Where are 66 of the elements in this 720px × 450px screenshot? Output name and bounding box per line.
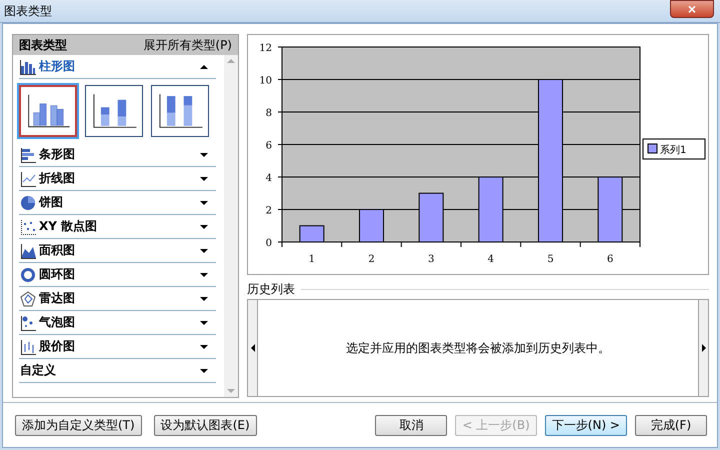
chart-type-item[interactable]: 饼图 [19, 191, 216, 215]
chart-type-item[interactable]: 柱形图 [19, 55, 216, 79]
scroll-left-button[interactable] [248, 300, 258, 396]
axis-label: 0 [266, 238, 272, 249]
chart-type-item[interactable]: 股价图 [19, 335, 216, 359]
line-chart-icon [20, 170, 36, 186]
chart-type-item[interactable]: 雷达图 [19, 287, 216, 311]
chart-type-item[interactable]: 折线图 [19, 167, 216, 191]
expand-caret-icon [200, 224, 208, 228]
left-arrow-icon [250, 344, 254, 352]
pie-chart-icon [20, 194, 36, 210]
expand-caret-icon [200, 248, 208, 252]
dialog-button[interactable]: 添加为自定义类型(T) [15, 414, 142, 436]
legend-label: 系列1 [660, 145, 686, 156]
scroll-down-icon[interactable] [227, 389, 235, 393]
area-chart-icon [20, 242, 36, 258]
axis-label: 6 [606, 254, 614, 265]
stock-chart-icon [20, 338, 36, 354]
bar-chart-icon [20, 146, 36, 162]
doughnut-chart-icon [20, 266, 36, 282]
scatter-chart-icon [20, 218, 36, 234]
axis-label: 2 [368, 254, 375, 265]
chart-type-item[interactable]: 面积图 [19, 239, 216, 263]
axis-label: 3 [428, 254, 434, 265]
chart-type-item[interactable]: 气泡图 [19, 311, 216, 335]
expand-caret-icon [200, 320, 208, 324]
dialog-button[interactable]: 设为默认图表(E) [154, 414, 257, 436]
chart-subtype-thumbnail[interactable] [151, 85, 209, 137]
axis-label: 4 [488, 254, 494, 265]
axis-label: 10 [259, 76, 272, 86]
chart-subtype-thumbnail[interactable] [85, 85, 143, 137]
axis-label: 4 [266, 173, 272, 184]
expand-caret-icon [200, 368, 208, 372]
axis-label: 1 [308, 254, 316, 265]
chart-type-item[interactable]: 圆环图 [19, 263, 216, 287]
expand-caret-icon [200, 200, 208, 204]
axis-label: 8 [266, 108, 272, 119]
radar-chart-icon [20, 290, 36, 306]
bubble-chart-icon [20, 314, 36, 330]
dialog-button[interactable]: 完成(F) [635, 414, 707, 436]
axis-label: 2 [266, 206, 272, 216]
right-arrow-icon [702, 344, 706, 352]
chart-type-item[interactable]: 自定义 [19, 359, 216, 383]
scroll-up-icon[interactable] [227, 59, 235, 63]
history-message: 选定并应用的图表类型将会被添加到历史列表中。 [346, 340, 610, 356]
panel-title: 图表类型 [19, 36, 67, 54]
window-title: 图表类型 [4, 2, 53, 20]
axis-label: 5 [547, 254, 554, 265]
collapse-caret-icon [200, 64, 208, 68]
expand-caret-icon [200, 344, 208, 348]
column-chart-icon [20, 58, 36, 74]
axis-label: 12 [259, 43, 272, 54]
chart-type-item[interactable]: XY 散点图 [19, 215, 216, 239]
dialog-button[interactable]: 取消 [375, 414, 448, 436]
expand-caret-icon [200, 152, 208, 156]
history-title: 历史列表 [247, 280, 295, 298]
dialog-button[interactable]: 下一步(N) > [544, 414, 627, 436]
expand-caret-icon [200, 176, 208, 180]
axis-label: 6 [266, 140, 272, 152]
chart-type-item[interactable]: 条形图 [19, 143, 216, 167]
chart-subtype-thumbnail[interactable] [19, 85, 77, 137]
expand-caret-icon [200, 272, 208, 276]
expand-all-link[interactable]: 展开所有类型(P) [143, 36, 232, 54]
expand-caret-icon [200, 296, 208, 300]
legend-box [642, 138, 706, 160]
scroll-right-button[interactable] [698, 300, 708, 396]
